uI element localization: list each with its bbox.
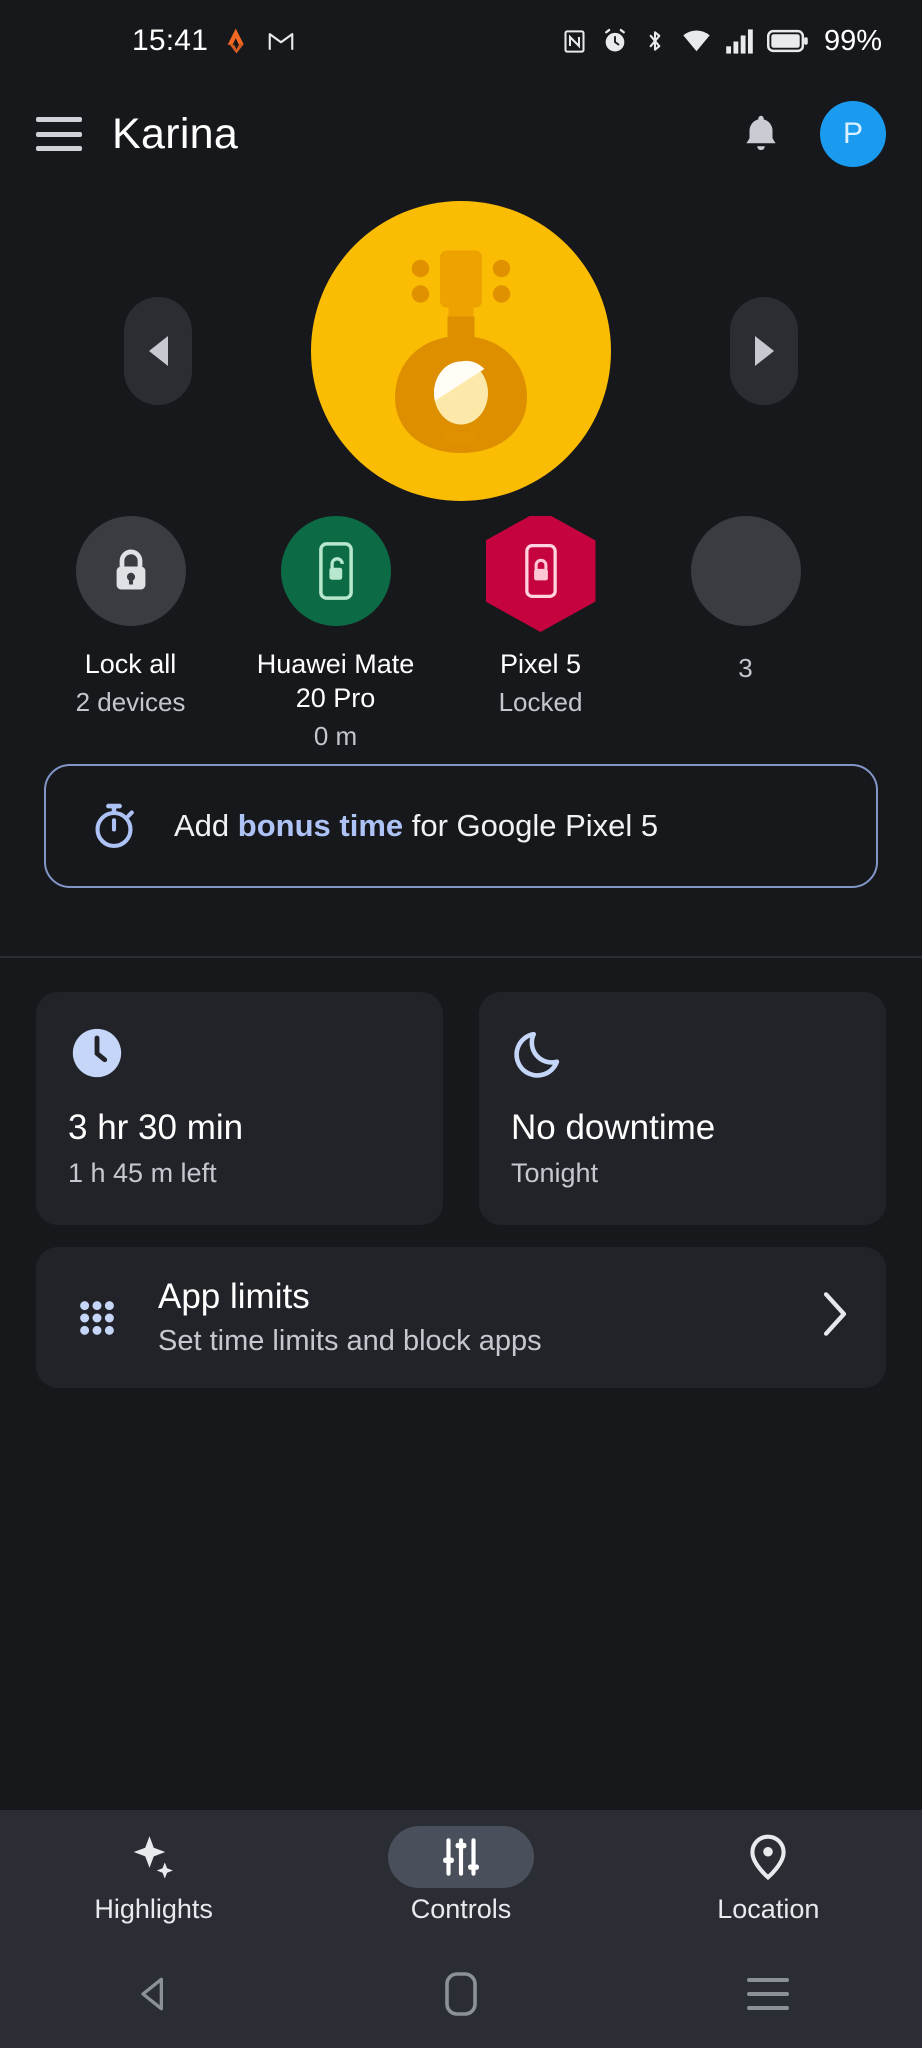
chevron-right-icon [818,1289,852,1346]
chevron-left-icon [148,336,168,366]
recents-lines-icon [747,1978,790,2010]
badge-hexagon [485,516,596,632]
bottom-navigation: Highlights Controls Location [0,1810,922,1940]
chip-badge [75,516,186,626]
card-icon [68,1024,411,1082]
status-bar-right: 99% [561,25,882,58]
app-limits-texts: App limits Set time limits and block app… [158,1277,784,1358]
add-bonus-time-button[interactable]: Add bonus time for Google Pixel 5 [44,764,878,888]
system-navigation-bar [0,1940,922,2048]
chip-sub: Locked [498,686,583,717]
tab-highlights[interactable]: Highlights [0,1826,307,1925]
cellular-signal-icon [725,28,754,55]
device-chip-overflow[interactable]: 3 [643,516,848,685]
clock-filled-icon [72,1028,122,1078]
chip-sub: 3 [738,653,753,683]
home-rect-icon [445,1972,477,2016]
card-subtitle: Tonight [511,1158,599,1189]
badge-circle [690,516,801,626]
lock-closed-icon [116,549,145,590]
app-limits-subtitle: Set time limits and block apps [158,1325,542,1358]
chip-badge [485,516,596,632]
bonus-text-before: Add [174,808,238,843]
chip-sub: 2 devices [75,686,186,717]
hamburger-menu-icon[interactable] [36,117,82,151]
device-chip-row[interactable]: Lock all 2 devices Huawei Mate 20 Pro 0 … [0,516,922,746]
device-chip-lock-all[interactable]: Lock all 2 devices [28,516,233,718]
status-time: 15:41 [132,24,209,57]
app-limits-row[interactable]: App limits Set time limits and block app… [36,1247,886,1389]
bonus-time-section: Add bonus time for Google Pixel 5 [0,746,922,888]
app-header: Karina P [0,82,922,186]
badge-circle [75,516,186,626]
sparkle-icon [133,1835,173,1879]
system-recents-button[interactable] [615,1978,922,2010]
app-limits-title: App limits [158,1277,310,1317]
gmail-icon [266,26,296,56]
tab-icon-wrap [81,1826,227,1888]
app-grid-icon [70,1291,124,1345]
phone-unlocked-icon [318,542,353,600]
avatar-initial: P [842,117,863,150]
bluetooth-icon [642,28,668,54]
chip-badge [690,516,801,626]
carousel-next-button[interactable] [730,297,798,405]
tab-icon-wrap [695,1826,841,1888]
bell-icon[interactable] [738,111,784,157]
profile-carousel [0,186,922,516]
stopwatch-icon [88,800,140,852]
phone-screen: 15:41 99% Karina P Lock all 2 devices Hu… [0,0,922,2048]
avatar[interactable]: P [820,101,886,167]
profile-avatar-guitar[interactable] [311,201,611,501]
header-actions: P [738,101,886,167]
summary-cards: 3 hr 30 min 1 h 45 m left No downtime To… [0,958,922,1226]
strava-icon [222,26,252,56]
battery-icon [766,28,809,54]
tab-label: Controls [410,1893,512,1924]
tab-icon-wrap-active [387,1825,534,1888]
chip-sub: 0 m [313,720,358,747]
card-title: No downtime [511,1108,716,1147]
map-pin-icon [750,1834,786,1880]
downtime-card[interactable]: No downtime Tonight [479,992,886,1226]
carousel-prev-button[interactable] [124,297,192,405]
back-triangle-icon [141,1977,163,2011]
nfc-icon [561,28,588,55]
alarm-icon [601,27,629,55]
battery-percent: 99% [823,24,882,57]
tab-controls[interactable]: Controls [307,1825,614,1925]
guitar-avatar-icon [395,250,527,453]
status-bar: 15:41 99% [0,0,922,82]
bonus-time-label: Add bonus time for Google Pixel 5 [174,808,658,844]
device-chip-pixel-5[interactable]: Pixel 5 Locked [438,516,643,718]
tab-label: Location [717,1893,820,1924]
moon-outline-icon [514,1031,560,1078]
system-back-button[interactable] [0,1972,307,2016]
screen-time-card[interactable]: 3 hr 30 min 1 h 45 m left [36,992,443,1226]
wifi-icon [681,26,712,57]
bonus-text-highlight: bonus time [237,808,404,843]
sliders-icon [443,1837,479,1876]
tab-location[interactable]: Location [615,1826,922,1925]
device-chip-huawei-mate-20-pro[interactable]: Huawei Mate 20 Pro 0 m [233,516,438,746]
system-home-button[interactable] [307,1970,614,2018]
card-subtitle: 1 h 45 m left [68,1158,217,1189]
card-icon [511,1024,854,1082]
card-title: 3 hr 30 min [68,1108,244,1147]
page-title: Karina [112,109,239,158]
chip-badge [280,516,391,626]
chevron-right-icon [754,336,774,366]
bonus-text-after: for Google Pixel 5 [403,808,659,843]
badge-circle [280,516,391,626]
chip-name: Lock all [84,649,177,679]
phone-locked-icon [524,543,557,599]
app-limits-section: App limits Set time limits and block app… [0,1225,922,1389]
chip-name: Huawei Mate 20 Pro [256,649,415,713]
chip-name: Pixel 5 [499,649,582,679]
status-bar-left: 15:41 [132,24,296,58]
tab-label: Highlights [94,1893,213,1924]
